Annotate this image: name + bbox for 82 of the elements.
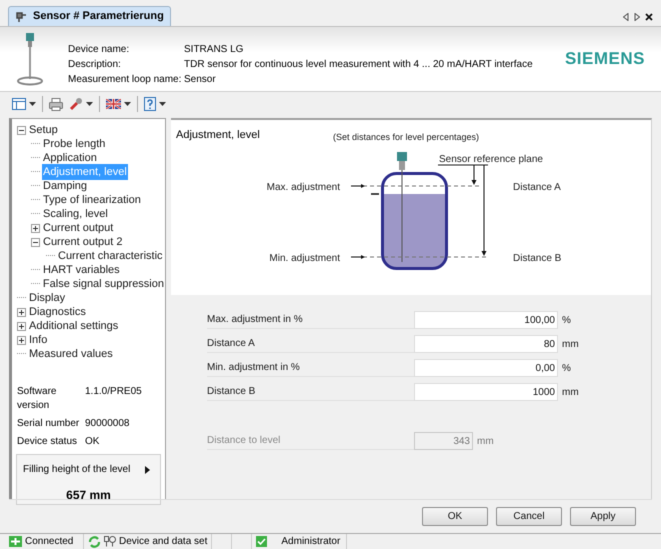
caret-icon [159, 102, 166, 106]
field-label: Distance to level [207, 432, 414, 450]
expand-icon[interactable] [17, 336, 26, 344]
unit-label: % [562, 362, 571, 376]
field-label: Measurement loop name: [68, 72, 182, 86]
unit-label: mm [562, 386, 579, 400]
field-label: Description: [68, 58, 122, 70]
tree-item[interactable]: Type of linearization [42, 192, 142, 208]
sensor-icon [15, 10, 27, 22]
measured-value: 657 mm [66, 487, 111, 504]
connection-status: Connected [25, 535, 74, 549]
collapse-icon[interactable] [31, 238, 40, 246]
tree-item[interactable]: Additional settings [28, 318, 120, 334]
collapse-icon[interactable] [17, 126, 26, 134]
dialog-button[interactable]: OK [422, 507, 488, 526]
info-value: 90000008 [85, 417, 130, 431]
field-label: Device name: [68, 42, 130, 56]
info-label: Serial number [17, 417, 80, 431]
device-icon [104, 536, 116, 547]
diagram-label: Max. adjustment [266, 182, 340, 193]
tree-item[interactable]: Current output [42, 220, 114, 236]
checkmark-icon [256, 536, 268, 547]
tree-item[interactable]: Current characteristic [57, 248, 164, 264]
user-role: Administrator [281, 535, 340, 549]
info-value: OK [85, 435, 100, 449]
panel-title: Adjustment, level [176, 128, 260, 143]
flag-icon[interactable] [106, 99, 121, 109]
field-value: TDR sensor for continuous level measurement with 4 ... 20 mA/HART interface [184, 58, 533, 70]
input-field[interactable]: 100,00 [414, 311, 558, 329]
dataset-status: Device and data set [119, 535, 208, 549]
unit-label: mm [477, 434, 494, 448]
field-label: Distance B [207, 384, 414, 400]
diagram-label: Distance B [513, 253, 562, 264]
document-tab[interactable]: Sensor # Parametrierung [8, 6, 171, 26]
tree-item[interactable]: Setup [28, 122, 59, 138]
tree-item[interactable]: Probe length [42, 136, 106, 152]
unit-label: mm [562, 338, 579, 352]
diagram-label: Min. adjustment [269, 253, 340, 264]
diagram-label: Distance A [513, 182, 561, 193]
diagram-label: Sensor reference plane [439, 154, 543, 165]
input-field[interactable]: 0,00 [414, 359, 558, 377]
field-value: SITRANS LG [184, 42, 244, 56]
scroll-right-icon[interactable] [634, 13, 640, 21]
brand-logo: SIEMENS [564, 48, 645, 70]
connection-icon [9, 536, 22, 547]
field-label: Max. adjustment in % [207, 312, 414, 328]
input-field[interactable]: 80 [414, 335, 558, 353]
tree-item[interactable]: Current output 2 [42, 234, 124, 250]
tree-item[interactable]: Info [28, 332, 48, 348]
help-icon[interactable] [144, 97, 156, 111]
window-icon[interactable] [12, 98, 26, 110]
close-icon[interactable] [645, 13, 653, 21]
tree-item[interactable]: False signal suppression [42, 276, 165, 292]
scroll-left-icon[interactable] [623, 13, 629, 21]
field-value: Sensor [184, 72, 217, 86]
tree-item[interactable]: Display [28, 290, 66, 306]
tree-item[interactable]: HART variables [42, 262, 121, 278]
caret-icon [29, 102, 36, 106]
tree-item[interactable]: Damping [42, 178, 88, 194]
field-label: Min. adjustment in % [207, 360, 414, 376]
tree-item[interactable]: Measured values [28, 346, 114, 362]
printer-icon[interactable] [49, 98, 63, 110]
dialog-button[interactable]: Apply [570, 507, 636, 526]
info-value: 1.1.0/PRE05 [85, 385, 143, 399]
field-label: Distance A [207, 336, 414, 352]
tree-item[interactable]: Diagnostics [28, 304, 87, 320]
tree-item[interactable]: Application [42, 150, 98, 166]
diagram-caption: (Set distances for level percentages) [332, 132, 480, 142]
expand-icon[interactable] [17, 322, 26, 330]
caret-icon [124, 102, 131, 106]
expand-icon[interactable] [17, 308, 26, 316]
info-label: Software version [17, 385, 58, 413]
expand-icon[interactable] [31, 224, 40, 232]
tree-item[interactable]: Scaling, level [42, 206, 109, 222]
unit-label: % [562, 314, 571, 328]
input-field[interactable]: 1000 [414, 383, 558, 401]
play-icon[interactable] [145, 466, 150, 474]
wrench-icon[interactable] [69, 97, 83, 111]
info-label: Device status [17, 435, 78, 449]
card-title: Filling height of the level [23, 463, 130, 477]
caret-icon [86, 102, 93, 106]
dialog-button[interactable]: Cancel [496, 507, 562, 526]
